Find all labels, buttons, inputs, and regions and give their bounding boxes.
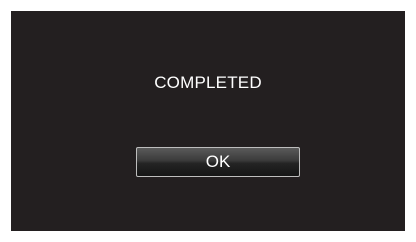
ok-button[interactable]: OK (136, 147, 300, 177)
completion-dialog: COMPLETED OK (11, 11, 405, 231)
status-message: COMPLETED (154, 73, 262, 92)
